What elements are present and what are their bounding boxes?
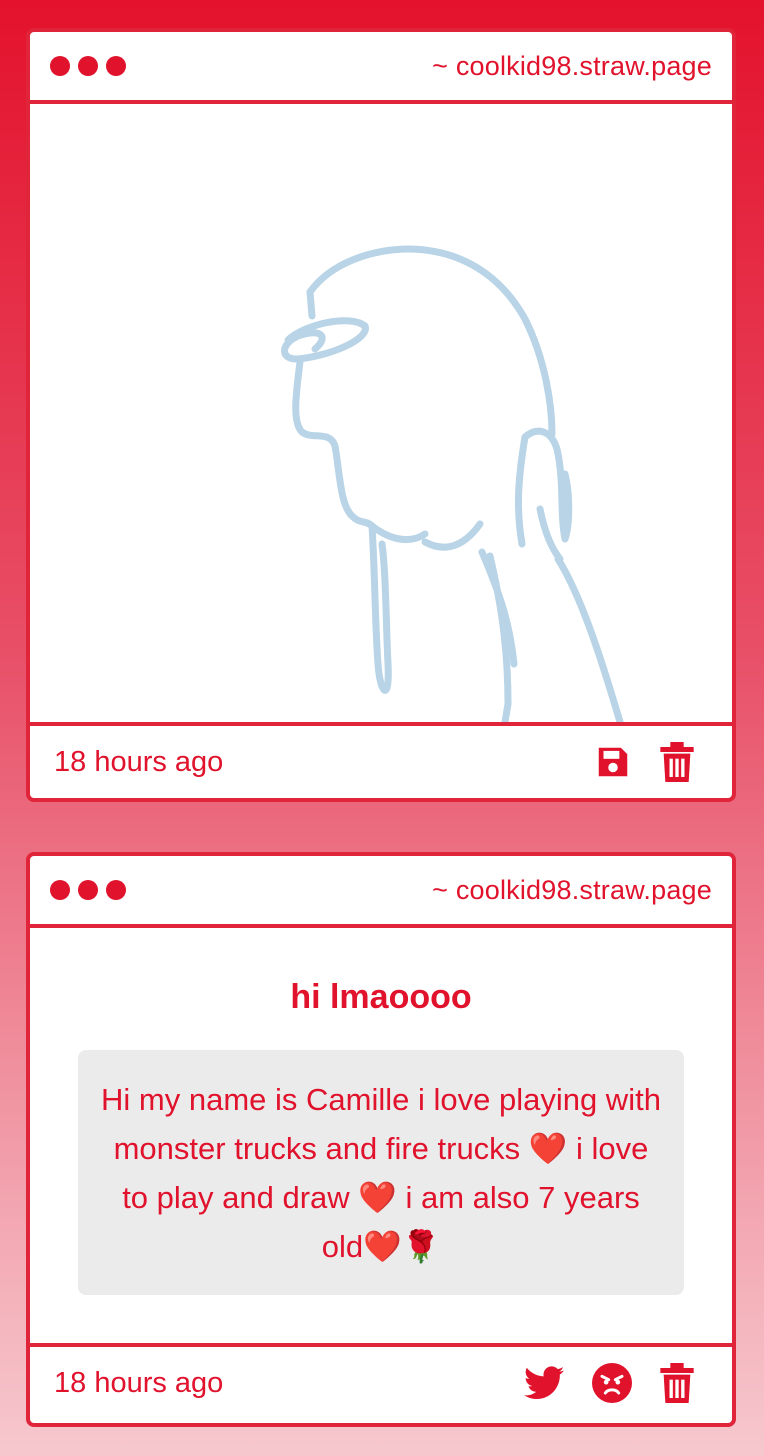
window-dot xyxy=(106,880,126,900)
post-timestamp: 18 hours ago xyxy=(54,745,224,778)
post-body: Hi my name is Camille i love playing wit… xyxy=(101,1081,661,1264)
window-dots xyxy=(50,56,126,76)
trash-icon[interactable] xyxy=(660,1363,694,1403)
twitter-icon[interactable] xyxy=(524,1366,564,1400)
window-dots xyxy=(50,880,126,900)
window-dot xyxy=(78,56,98,76)
page-url[interactable]: ~ coolkid98.straw.page xyxy=(432,875,712,906)
post-actions xyxy=(524,1363,694,1403)
post-title: hi lmaoooo xyxy=(290,978,472,1016)
save-icon[interactable] xyxy=(594,743,632,781)
post-actions xyxy=(594,742,694,782)
post-footer: 18 hours ago xyxy=(30,722,732,798)
post-footer: 18 hours ago xyxy=(30,1343,732,1419)
trash-icon[interactable] xyxy=(660,742,694,782)
window-dot xyxy=(106,56,126,76)
angry-face-icon[interactable] xyxy=(592,1363,632,1403)
text-post-content: hi lmaoooo Hi my name is Camille i love … xyxy=(30,928,732,1343)
drawing-canvas xyxy=(30,104,732,722)
post-body-box: Hi my name is Camille i love playing wit… xyxy=(78,1050,684,1295)
window-header: ~ coolkid98.straw.page xyxy=(30,32,732,104)
sketch-drawing xyxy=(281,245,624,722)
window-dot xyxy=(50,56,70,76)
drawing-post-card: ~ coolkid98.straw.page 18 hours ago xyxy=(26,28,736,802)
window-header: ~ coolkid98.straw.page xyxy=(30,856,732,928)
post-timestamp: 18 hours ago xyxy=(54,1366,224,1399)
window-dot xyxy=(50,880,70,900)
text-post-card: ~ coolkid98.straw.page hi lmaoooo Hi my … xyxy=(26,852,736,1427)
page-url[interactable]: ~ coolkid98.straw.page xyxy=(432,51,712,82)
window-dot xyxy=(78,880,98,900)
